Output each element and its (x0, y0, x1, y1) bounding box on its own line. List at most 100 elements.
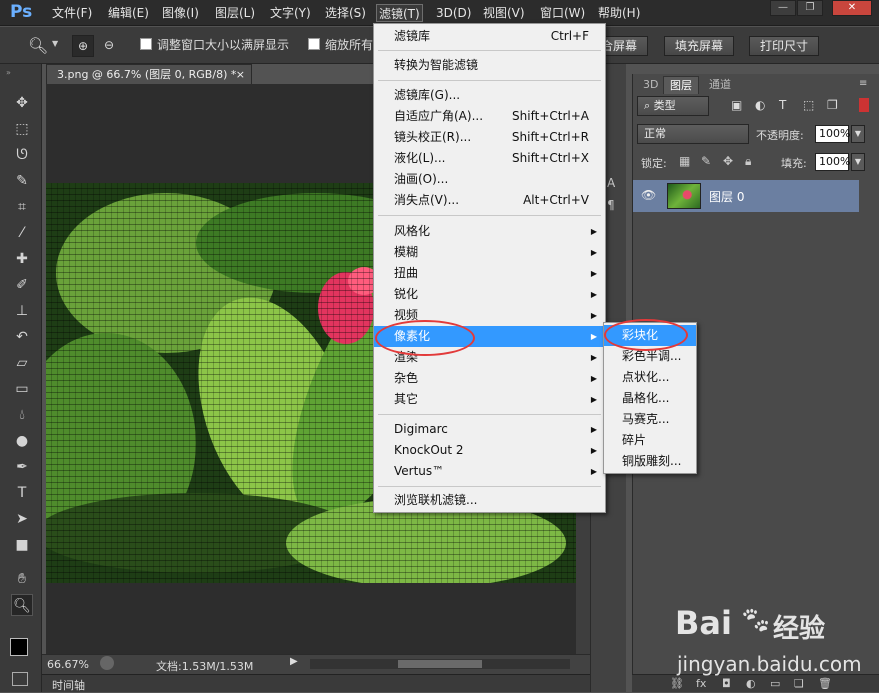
menu-item-filter-gallery[interactable]: 滤镜库(G)... (374, 85, 605, 106)
opacity-input[interactable]: 100% (815, 125, 850, 143)
tab-layers[interactable]: 图层 (663, 76, 699, 94)
smart-object-filter-icon[interactable]: ❐ (827, 98, 838, 112)
menu-filter[interactable]: 滤镜(T) (376, 4, 423, 22)
quick-select-tool-icon[interactable]: ✎ (11, 170, 33, 192)
hand-tool-icon[interactable]: ✋︎ (11, 568, 33, 590)
type-filter-icon[interactable]: T (779, 98, 786, 112)
menu-item-lens-correction[interactable]: 镜头校正(R)... Shift+Ctrl+R (374, 127, 605, 148)
zoom-level[interactable]: 66.67% (47, 658, 89, 671)
menu-window[interactable]: 窗口(W) (538, 4, 587, 22)
panel-menu-icon[interactable]: ≡ (859, 78, 867, 89)
submenu-item-mezzotint[interactable]: 铜版雕刻... (604, 451, 696, 472)
crop-tool-icon[interactable]: ⌗ (11, 196, 33, 218)
shape-tool-icon[interactable]: ■ (11, 534, 33, 556)
maximize-icon[interactable]: ❐ (797, 0, 823, 16)
dodge-tool-icon[interactable]: ● (11, 430, 33, 452)
fill-screen-button[interactable]: 填充屏幕 (664, 36, 735, 56)
fill-input[interactable]: 100% (815, 153, 850, 171)
filter-toggle-icon[interactable] (859, 98, 869, 112)
submenu-item-mosaic[interactable]: 马赛克... (604, 409, 696, 430)
zoom-out-icon[interactable]: ⊖ (98, 35, 120, 57)
menu-item-oil-paint[interactable]: 油画(O)... (374, 169, 605, 190)
horizontal-scrollbar[interactable] (310, 659, 570, 669)
menu-file[interactable]: 文件(F) (50, 4, 94, 22)
paragraph-panel-icon[interactable]: ¶ (607, 198, 615, 212)
opacity-dropdown-icon[interactable]: ▼ (851, 125, 865, 143)
move-tool-icon[interactable]: ✥ (11, 92, 33, 114)
menu-select[interactable]: 选择(S) (323, 4, 368, 22)
zoom-in-icon[interactable]: ⊕ (72, 35, 94, 57)
layer-filter-select[interactable]: ⌕ 类型 (637, 96, 709, 116)
submenu-item-fragment[interactable]: 碎片 (604, 430, 696, 451)
menu-item-vertus[interactable]: Vertus™ ▶ (374, 461, 605, 482)
lasso-tool-icon[interactable]: ᘎ (11, 144, 33, 166)
path-select-icon[interactable]: ➤ (11, 508, 33, 530)
menu-layer[interactable]: 图层(L) (213, 4, 257, 22)
submenu-item-crystallize[interactable]: 晶格化... (604, 388, 696, 409)
blend-mode-select[interactable]: 正常 (637, 124, 749, 144)
menu-item-stylize[interactable]: 风格化 ▶ (374, 221, 605, 242)
brush-tool-icon[interactable]: ✐ (11, 274, 33, 296)
lock-pixels-icon[interactable]: ✎ (701, 154, 711, 168)
menu-item-adaptive-wide-angle[interactable]: 自适应广角(A)... Shift+Ctrl+A (374, 106, 605, 127)
eraser-tool-icon[interactable]: ▱ (11, 352, 33, 374)
type-tool-icon[interactable]: T (11, 482, 33, 504)
marquee-tool-icon[interactable]: ⬚ (11, 118, 33, 140)
menu-view[interactable]: 视图(V) (481, 4, 527, 22)
submenu-item-pointillize[interactable]: 点状化... (604, 367, 696, 388)
menu-item-digimarc[interactable]: Digimarc ▶ (374, 419, 605, 440)
gradient-tool-icon[interactable]: ▭ (11, 378, 33, 400)
stamp-tool-icon[interactable]: ⊥ (11, 300, 33, 322)
lock-position-icon[interactable]: ✥ (723, 154, 733, 168)
healing-brush-icon[interactable]: ✚ (11, 248, 33, 270)
foreground-color-swatch[interactable] (10, 638, 28, 656)
minimize-icon[interactable]: — (770, 0, 796, 16)
layer-name[interactable]: 图层 0 (709, 188, 744, 205)
menu-item-blur[interactable]: 模糊 ▶ (374, 242, 605, 263)
status-share-icon[interactable] (100, 656, 114, 670)
menu-item-vanishing-point[interactable]: 消失点(V)... Alt+Ctrl+V (374, 190, 605, 211)
adjustment-filter-icon[interactable]: ◐ (755, 98, 765, 112)
menu-item-distort[interactable]: 扭曲 ▶ (374, 263, 605, 284)
pixel-filter-icon[interactable]: ▣ (731, 98, 742, 112)
menu-item-liquify[interactable]: 液化(L)... Shift+Ctrl+X (374, 148, 605, 169)
timeline-label[interactable]: 时间轴 (52, 677, 85, 693)
fill-dropdown-icon[interactable]: ▼ (851, 153, 865, 171)
history-brush-icon[interactable]: ↶ (11, 326, 33, 348)
menu-edit[interactable]: 编辑(E) (106, 4, 151, 22)
zoom-all-checkbox[interactable] (308, 38, 320, 50)
document-tab[interactable]: 3.png @ 66.7% (图层 0, RGB/8) * × (46, 64, 252, 84)
shape-filter-icon[interactable]: ⬚ (803, 98, 814, 112)
close-icon[interactable]: ✕ (832, 0, 872, 16)
menu-help[interactable]: 帮助(H) (596, 4, 642, 22)
resize-window-checkbox[interactable] (140, 38, 152, 50)
menu-item-noise[interactable]: 杂色 ▶ (374, 368, 605, 389)
menu-item-convert-smart[interactable]: 转换为智能滤镜 (374, 55, 605, 76)
print-size-button[interactable]: 打印尺寸 (749, 36, 820, 56)
layer-row[interactable]: 👁︎ 图层 0 (633, 180, 859, 212)
status-menu-arrow-icon[interactable]: ▶ (290, 656, 298, 667)
quick-mask-icon[interactable] (12, 672, 28, 686)
collapse-icon[interactable]: » (6, 68, 11, 77)
tab-3d[interactable]: 3D (637, 76, 664, 94)
menu-3d[interactable]: 3D(D) (434, 4, 473, 22)
scrollbar-thumb[interactable] (398, 660, 482, 668)
menu-image[interactable]: 图像(I) (160, 4, 201, 22)
eyedropper-tool-icon[interactable]: ⁄ (11, 222, 33, 244)
menu-type[interactable]: 文字(Y) (268, 4, 313, 22)
visibility-eye-icon[interactable]: 👁︎ (641, 188, 656, 202)
menu-item-filter-gallery-last[interactable]: 滤镜库 Ctrl+F (374, 26, 605, 47)
chevron-down-icon[interactable]: ▼ (52, 39, 58, 48)
zoom-tool-icon[interactable]: 🔍︎ (28, 36, 48, 55)
menu-item-browse-online[interactable]: 浏览联机滤镜... (374, 490, 605, 511)
zoom-tool-icon[interactable]: 🔍︎ (11, 594, 33, 616)
pen-tool-icon[interactable]: ✒ (11, 456, 33, 478)
blur-tool-icon[interactable]: 💧︎ (11, 404, 33, 426)
character-panel-icon[interactable]: A (607, 176, 615, 190)
menu-item-other[interactable]: 其它 ▶ (374, 389, 605, 410)
close-tab-icon[interactable]: × (236, 65, 245, 84)
tab-channels[interactable]: 通道 (703, 76, 737, 94)
lock-all-icon[interactable]: 🔒︎ (745, 154, 751, 169)
lock-transparency-icon[interactable]: ▦ (679, 154, 690, 168)
menu-item-sharpen[interactable]: 锐化 ▶ (374, 284, 605, 305)
